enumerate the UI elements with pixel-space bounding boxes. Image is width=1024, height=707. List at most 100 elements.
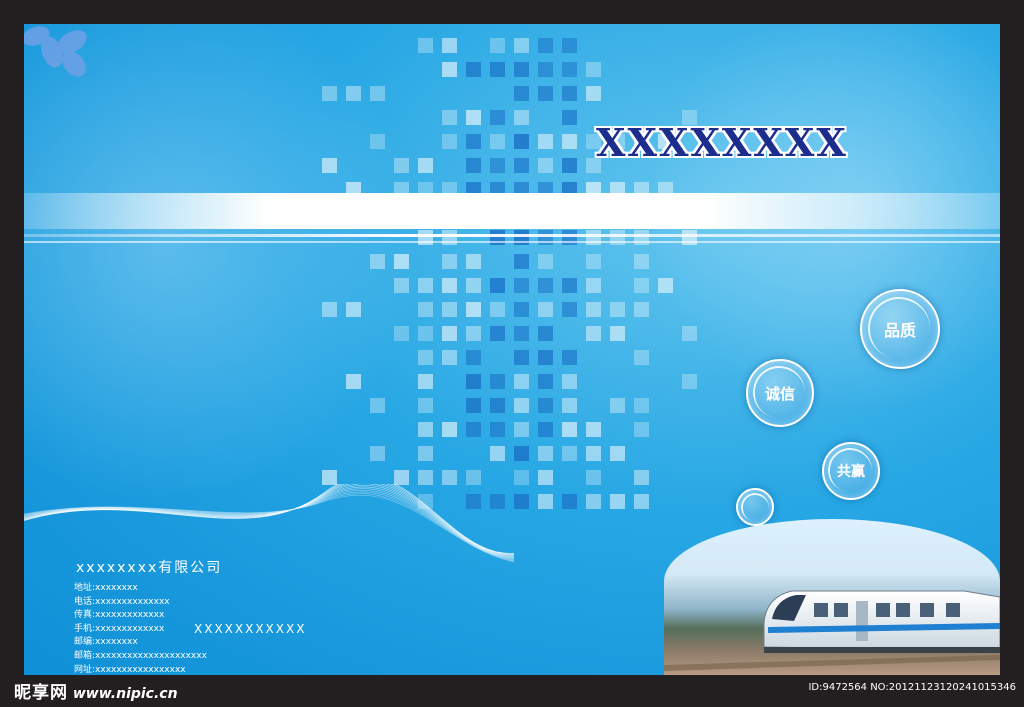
- mosaic-square: [610, 326, 625, 341]
- cover-title: XXXXXXXX: [596, 120, 848, 165]
- mosaic-square: [634, 254, 649, 269]
- train-photo: [664, 519, 1000, 675]
- mosaic-square: [370, 86, 385, 101]
- mosaic-square: [562, 350, 577, 365]
- watermark-id: ID:9472564 NO:20121123120241015346: [808, 682, 1016, 693]
- mosaic-square: [610, 302, 625, 317]
- mosaic-square: [370, 254, 385, 269]
- mosaic-square: [490, 110, 505, 125]
- mosaic-square: [538, 470, 553, 485]
- wave-line: [24, 493, 515, 562]
- mosaic-square: [466, 254, 481, 269]
- mosaic-square: [538, 350, 553, 365]
- mosaic-square: [538, 326, 553, 341]
- mosaic-square: [586, 302, 601, 317]
- mosaic-square: [322, 158, 337, 173]
- mosaic-square: [562, 158, 577, 173]
- mosaic-square: [634, 398, 649, 413]
- mosaic-square: [514, 350, 529, 365]
- mosaic-square: [466, 422, 481, 437]
- mosaic-square: [466, 110, 481, 125]
- mosaic-square: [490, 326, 505, 341]
- mosaic-square: [634, 350, 649, 365]
- mosaic-square: [538, 254, 553, 269]
- mosaic-square: [418, 446, 433, 461]
- value-bubble-quality: 品质: [860, 289, 940, 369]
- wave-line: [24, 494, 515, 563]
- mosaic-square: [586, 86, 601, 101]
- mosaic-square: [418, 278, 433, 293]
- mosaic-square: [538, 86, 553, 101]
- band-line: [24, 234, 1000, 237]
- mosaic-square: [562, 278, 577, 293]
- mosaic-square: [466, 326, 481, 341]
- wave-line: [24, 484, 515, 556]
- mosaic-square: [514, 398, 529, 413]
- mosaic-square: [418, 422, 433, 437]
- mosaic-square: [538, 134, 553, 149]
- wave-lines: [24, 484, 515, 563]
- small-bubble: [736, 488, 774, 526]
- mosaic-square: [418, 38, 433, 53]
- mosaic-square: [442, 470, 457, 485]
- mosaic-square: [442, 326, 457, 341]
- contact-address: 地址:xxxxxxxx: [74, 583, 138, 593]
- mosaic-square: [562, 62, 577, 77]
- mosaic-square: [418, 158, 433, 173]
- mosaic-square: [394, 254, 409, 269]
- mosaic-square: [514, 86, 529, 101]
- mosaic-square: [514, 62, 529, 77]
- train-illustration: [664, 590, 1000, 671]
- mosaic-square: [634, 302, 649, 317]
- mosaic-square: [538, 302, 553, 317]
- mosaic-square: [394, 158, 409, 173]
- contact-mobile: 手机:xxxxxxxxxxxxx: [74, 623, 165, 634]
- contact-postcode: 邮编:xxxxxxxx: [74, 637, 138, 648]
- mosaic-square: [514, 446, 529, 461]
- mosaic-square: [346, 374, 361, 389]
- mosaic-square: [442, 254, 457, 269]
- mosaic-square: [562, 302, 577, 317]
- mosaic-square: [490, 374, 505, 389]
- mosaic-square: [538, 38, 553, 53]
- contact-email: 邮箱:xxxxxxxxxxxxxxxxxxxxx: [74, 650, 207, 661]
- mosaic-square: [562, 134, 577, 149]
- contact-phone: 电话:xxxxxxxxxxxxxx: [74, 596, 170, 607]
- mosaic-square: [442, 38, 457, 53]
- wave-line: [24, 484, 515, 558]
- mosaic-square: [322, 302, 337, 317]
- mosaic-square: [610, 494, 625, 509]
- mosaic-square: [442, 134, 457, 149]
- mosaic-square: [466, 302, 481, 317]
- contact-list: 地址:xxxxxxxx 电话:xxxxxxxxxxxxxx 传真:xxxxxxx…: [74, 582, 207, 675]
- mosaic-square: [586, 62, 601, 77]
- mosaic-square: [562, 374, 577, 389]
- mosaic-square: [610, 398, 625, 413]
- mosaic-square: [514, 110, 529, 125]
- mosaic-square: [466, 134, 481, 149]
- brochure-cover: XXXXXXXX 品质 诚信 共赢 xxxxxxxx有限公司 地址:xxxxxx…: [24, 24, 1000, 675]
- mosaic-square: [490, 38, 505, 53]
- mosaic-square: [514, 470, 529, 485]
- mosaic-square: [466, 374, 481, 389]
- mosaic-square: [418, 374, 433, 389]
- mosaic-square: [538, 62, 553, 77]
- mosaic-square: [418, 470, 433, 485]
- mosaic-square: [442, 302, 457, 317]
- mosaic-square: [466, 398, 481, 413]
- mosaic-square: [586, 446, 601, 461]
- wave-line: [24, 484, 515, 556]
- mosaic-square: [322, 470, 337, 485]
- mosaic-square: [586, 326, 601, 341]
- company-name: xxxxxxxx有限公司: [76, 560, 223, 576]
- mosaic-square: [562, 86, 577, 101]
- mosaic-square: [514, 158, 529, 173]
- mosaic-square: [394, 278, 409, 293]
- mosaic-square: [442, 278, 457, 293]
- mosaic-square: [442, 422, 457, 437]
- mosaic-square: [394, 470, 409, 485]
- mosaic-square: [586, 494, 601, 509]
- mosaic-square: [562, 110, 577, 125]
- mosaic-square: [610, 446, 625, 461]
- mosaic-square: [634, 470, 649, 485]
